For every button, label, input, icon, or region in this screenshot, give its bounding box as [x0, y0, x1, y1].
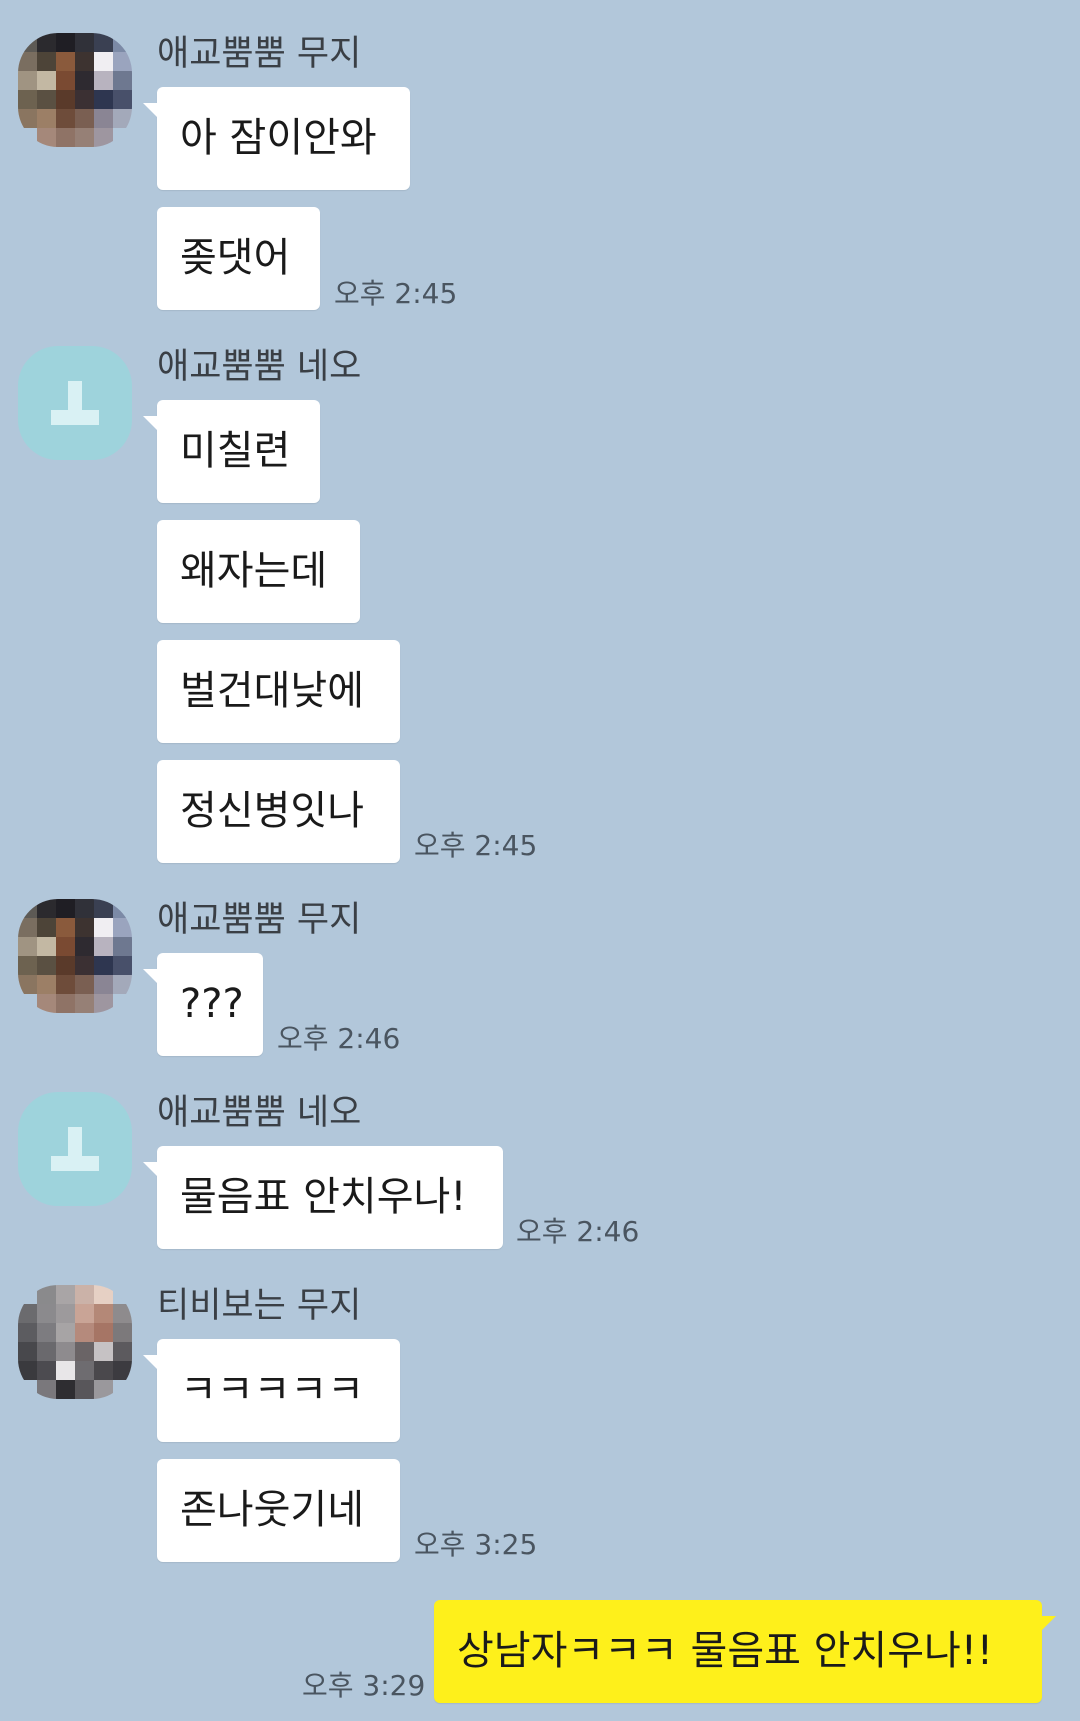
- message-bubble[interactable]: 아 잠이안와: [143, 87, 410, 190]
- profile-avatar[interactable]: [18, 346, 132, 460]
- message-timestamp: 오후 2:46: [516, 1215, 640, 1248]
- pixelated-photo-avatar-icon: [18, 33, 132, 147]
- profile-avatar[interactable]: [18, 1092, 132, 1206]
- sender-name: 애교뿜뿜 네오: [157, 1093, 362, 1133]
- sender-name: 애교뿜뿜 무지: [157, 34, 362, 74]
- message-bubble[interactable]: 미칠련: [143, 400, 320, 503]
- profile-avatar[interactable]: [18, 899, 132, 1013]
- message-bubble[interactable]: 정신병잇나: [157, 760, 400, 863]
- message-bubble[interactable]: ???: [143, 953, 263, 1056]
- chat-room: 애교뿜뿜 무지 아 잠이안와 좆댓어 오후 2:45 애교뿜뿜 네오 미칠련 왜…: [0, 0, 1080, 1721]
- message-timestamp: 오후 2:45: [334, 277, 458, 310]
- profile-avatar[interactable]: [18, 33, 132, 147]
- sender-name: 티비보는 무지: [157, 1286, 362, 1326]
- default-profile-avatar-icon: [18, 1092, 132, 1206]
- message-bubble[interactable]: ㅋㅋㅋㅋㅋ: [143, 1339, 400, 1442]
- sender-name: 애교뿜뿜 무지: [157, 900, 362, 940]
- message-bubble[interactable]: 좆댓어: [157, 207, 320, 310]
- message-bubble[interactable]: 존나웃기네: [157, 1459, 400, 1562]
- my-message-bubble[interactable]: 상남자ㅋㅋㅋ 물음표 안치우나!!: [434, 1600, 1056, 1703]
- default-profile-avatar-icon: [18, 346, 132, 460]
- profile-avatar[interactable]: [18, 1285, 132, 1399]
- message-timestamp: 오후 2:46: [277, 1022, 401, 1055]
- message-bubble[interactable]: 왜자는데: [157, 520, 360, 623]
- message-bubble[interactable]: 물음표 안치우나!: [143, 1146, 503, 1249]
- my-message-timestamp: 오후 3:29: [302, 1669, 426, 1702]
- message-timestamp: 오후 3:25: [414, 1528, 538, 1561]
- pixelated-photo-avatar-icon: [18, 899, 132, 1013]
- message-bubble[interactable]: 벌건대낮에: [157, 640, 400, 743]
- message-timestamp: 오후 2:45: [414, 829, 538, 862]
- pixelated-photo-avatar-icon: [18, 1285, 132, 1399]
- sender-name: 애교뿜뿜 네오: [157, 347, 362, 387]
